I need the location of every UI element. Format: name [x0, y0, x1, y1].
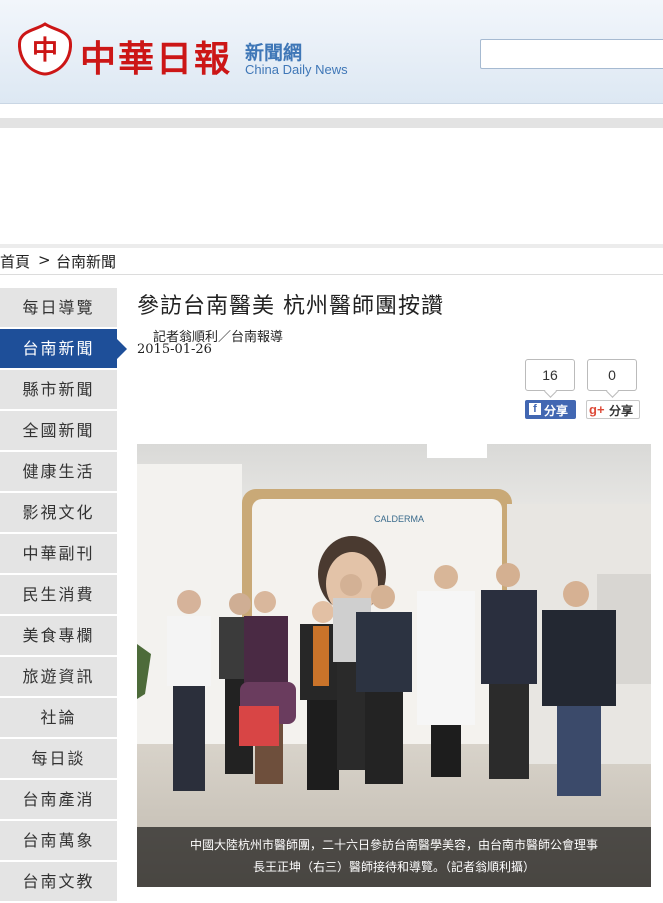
photo-sign-text: CALDERMA	[374, 514, 424, 524]
sidebar-item-tainan-scenes[interactable]: 台南萬象	[0, 821, 117, 860]
gplus-share-count: 0	[587, 359, 637, 391]
site-logo[interactable]: 中華日報	[80, 30, 232, 82]
gplus-share-label: 分享	[609, 404, 634, 418]
sidebar-item-food-column[interactable]: 美食專欄	[0, 616, 117, 655]
ad-divider	[0, 244, 663, 248]
sidebar-item-health-life[interactable]: 健康生活	[0, 452, 117, 491]
search-input[interactable]	[480, 39, 663, 69]
sidebar-item-daily-guide[interactable]: 每日導覽	[0, 288, 117, 327]
facebook-share-label: 分享	[544, 404, 569, 418]
breadcrumb: 首頁 > 台南新聞	[0, 249, 663, 275]
sidebar-item-editorial[interactable]: 社論	[0, 698, 117, 737]
site-header: 中 中華日報 新聞網 China Daily News	[0, 0, 663, 104]
article-title: 參訪台南醫美 杭州醫師團按讚	[137, 294, 444, 319]
sidebar-item-daily-talk[interactable]: 每日談	[0, 739, 117, 778]
gplus-icon: g+	[589, 402, 605, 417]
facebook-share-count: 16	[525, 359, 575, 391]
sidebar-item-entertainment[interactable]: 影視文化	[0, 493, 117, 532]
sidebar-item-tainan-news[interactable]: 台南新聞	[0, 329, 127, 368]
ad-banner-area	[0, 128, 663, 244]
sidebar-item-supplement[interactable]: 中華副刊	[0, 534, 117, 573]
sidebar-item-tainan-industry[interactable]: 台南產消	[0, 780, 117, 819]
site-name: 新聞網	[245, 42, 303, 64]
article-photo: CALDERMA	[137, 444, 651, 887]
breadcrumb-home[interactable]: 首頁	[0, 251, 30, 272]
sidebar-item-travel[interactable]: 旅遊資訊	[0, 657, 117, 696]
photo-caption-line1: 中國大陸杭州市醫師團，二十六日參訪台南醫學美容，由台南市醫師公會理事	[189, 838, 598, 852]
sidebar-nav: 每日導覽 台南新聞 縣市新聞 全國新聞 健康生活 影視文化 中華副刊 民生消費 …	[0, 288, 127, 903]
group-photo-illustration: CALDERMA	[137, 444, 651, 887]
breadcrumb-separator: >	[38, 251, 51, 269]
article-date: 2015-01-26	[137, 342, 212, 357]
sidebar-item-county-news[interactable]: 縣市新聞	[0, 370, 117, 409]
photo-caption: 中國大陸杭州市醫師團，二十六日參訪台南醫學美容，由台南市醫師公會理事 長王正坤（…	[137, 827, 651, 887]
sidebar-item-national-news[interactable]: 全國新聞	[0, 411, 117, 450]
logo-badge-text: 中	[32, 36, 58, 66]
sidebar-item-tainan-education[interactable]: 台南文教	[0, 862, 117, 901]
facebook-share-button[interactable]: f 分享	[525, 400, 576, 419]
facebook-icon: f	[529, 403, 541, 415]
breadcrumb-current[interactable]: 台南新聞	[56, 251, 116, 272]
gplus-share-button[interactable]: g+ 分享	[586, 400, 640, 419]
header-divider	[0, 118, 663, 128]
photo-caption-line2: 長王正坤（右三）醫師接待和導覽。（記者翁順利攝）	[252, 860, 535, 874]
logo-badge-icon[interactable]: 中	[18, 22, 72, 76]
sidebar-item-consumer[interactable]: 民生消費	[0, 575, 117, 614]
site-name-en: China Daily News	[245, 62, 348, 77]
